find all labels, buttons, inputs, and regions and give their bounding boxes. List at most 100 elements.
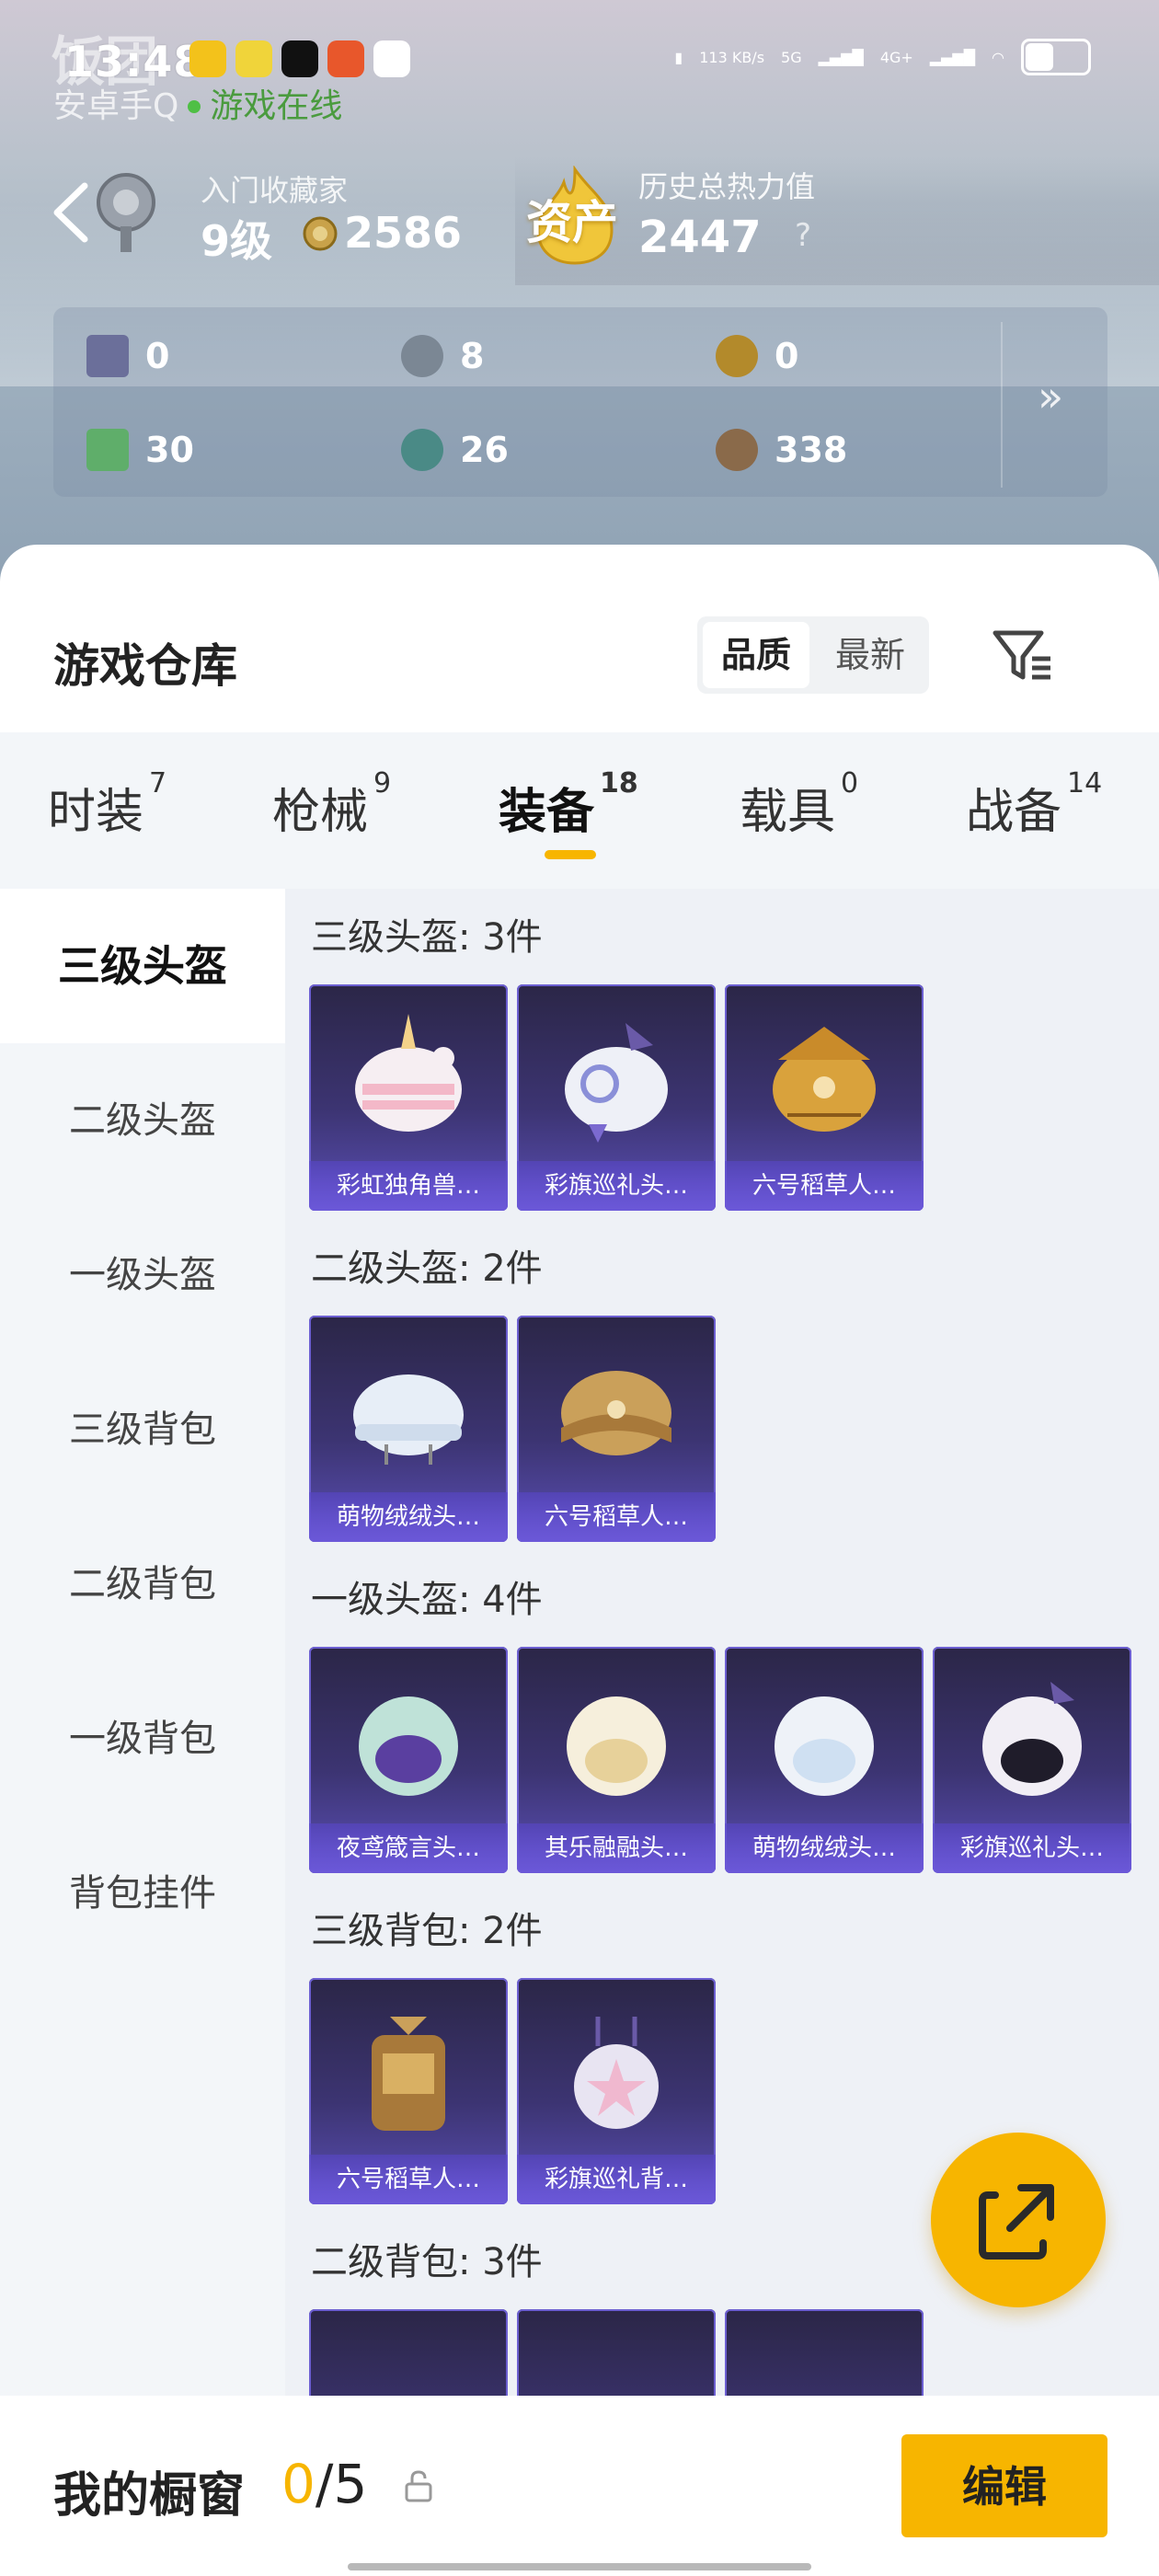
- sidebar-item-level3-backpack[interactable]: 三级背包: [0, 1352, 285, 1507]
- collector-level: 9级: [201, 216, 273, 266]
- filter-icon[interactable]: [990, 624, 1054, 688]
- section-title: 二级头盔: 2件: [311, 1248, 543, 1290]
- item-name: 夜鸢箴言头…: [309, 1823, 508, 1873]
- net-speed: 113 KB/s: [699, 48, 765, 66]
- signal-4g: 4G+: [879, 48, 913, 66]
- notification-icons: [189, 40, 410, 77]
- item-card[interactable]: 彩旗巡礼头…: [517, 984, 716, 1211]
- sort-quality-button[interactable]: 品质: [703, 622, 809, 688]
- divider: [1001, 322, 1003, 488]
- item-name: 萌物绒绒头…: [309, 1492, 508, 1542]
- account-line: 安卓手Q 游戏在线: [53, 79, 342, 127]
- subcategory-sidebar: 三级头盔 二级头盔 一级头盔 三级背包 二级背包 一级背包 背包挂件: [0, 889, 285, 2444]
- section-title: 三级背包: 2件: [311, 1910, 543, 1952]
- item-card[interactable]: 萌物绒绒头…: [725, 1647, 924, 1873]
- item-name: 彩旗巡礼背…: [517, 2155, 716, 2204]
- tab-equipment[interactable]: 装备18: [499, 767, 638, 842]
- help-icon[interactable]: ?: [795, 217, 811, 254]
- tab-fashion[interactable]: 时装7: [48, 767, 166, 842]
- battery-icon: [1021, 39, 1091, 75]
- sidebar-item-level1-backpack[interactable]: 一级背包: [0, 1662, 285, 1816]
- stat-item: 338: [716, 429, 847, 471]
- section-title: 三级头盔: 3件: [311, 916, 543, 959]
- status-bar: 饭团 13:48 ▮ 113 KB/s 5G ▂▄▆█ 4G+ ▂▄▆█ ◠: [52, 30, 1109, 93]
- item-card[interactable]: 彩旗巡礼背…: [517, 1978, 716, 2204]
- item-card[interactable]: 六号稻草人…: [309, 1978, 508, 2204]
- asset-label: 资产: [526, 196, 618, 249]
- sort-toggle: 品质 最新: [697, 616, 929, 694]
- showcase-bar: 我的橱窗 0/5 编辑: [0, 2396, 1159, 2576]
- stat-item: 0: [86, 335, 169, 377]
- stat-item: 8: [401, 335, 484, 377]
- item-card[interactable]: 其乐融融头…: [517, 1647, 716, 1873]
- share-external-icon: [979, 2184, 1054, 2260]
- qq-icon: [373, 40, 410, 77]
- tab-vehicles[interactable]: 载具0: [740, 767, 858, 842]
- wifi-icon: ◠: [992, 48, 1004, 66]
- double-chevron-right-icon[interactable]: »: [1038, 372, 1063, 421]
- stat-value: 338: [775, 430, 848, 470]
- section-title: 一级头盔: 4件: [311, 1579, 543, 1621]
- showcase-count: 0/5: [281, 2453, 368, 2515]
- item-name: 六号稻草人…: [517, 1492, 716, 1542]
- joyful-helmet-icon: [567, 1696, 666, 1796]
- item-name: 彩虹独角兽…: [309, 1161, 508, 1211]
- share-button[interactable]: [931, 2133, 1106, 2307]
- nightkite-helmet-icon: [359, 1696, 458, 1796]
- tab-guns[interactable]: 枪械9: [272, 767, 391, 842]
- teal-orb-icon: [401, 429, 443, 471]
- lock-icon: [405, 2470, 432, 2502]
- sidebar-item-level1-helmet[interactable]: 一级头盔: [0, 1198, 285, 1352]
- active-tab-indicator: [545, 850, 596, 859]
- edit-button[interactable]: 编辑: [901, 2434, 1107, 2537]
- item-name: 彩旗巡礼头…: [517, 1161, 716, 1211]
- sort-newest-button[interactable]: 最新: [817, 622, 924, 688]
- tiktok-icon: [281, 40, 318, 77]
- collector-title: 入门收藏家: [201, 173, 349, 208]
- silver-medal-icon: [401, 335, 443, 377]
- stat-value: 0: [145, 336, 170, 376]
- item-card[interactable]: 六号稻草人…: [725, 984, 924, 1211]
- coin-icon: [303, 216, 338, 251]
- sidebar-item-level2-backpack[interactable]: 二级背包: [0, 1507, 285, 1662]
- signal-5g: 5G: [781, 48, 802, 66]
- stat-item: 26: [401, 429, 509, 471]
- item-card[interactable]: 夜鸢箴言头…: [309, 1647, 508, 1873]
- item-card[interactable]: 彩旗巡礼头…: [933, 1647, 1131, 1873]
- stat-item: 0: [716, 335, 798, 377]
- plush-helmet-icon: [353, 1374, 464, 1465]
- sidebar-item-level2-helmet[interactable]: 二级头盔: [0, 1043, 285, 1198]
- scarecrow-backpack-icon: [372, 2017, 445, 2131]
- warehouse-title: 游戏仓库: [53, 639, 237, 693]
- item-name: 其乐融融头…: [517, 1823, 716, 1873]
- scarecrow-helmet-icon: [773, 1027, 876, 1132]
- category-tabs: 时装7 枪械9 装备18 载具0 战备14: [0, 732, 1159, 889]
- home-indicator[interactable]: [348, 2563, 811, 2570]
- item-card[interactable]: 六号稻草人…: [517, 1316, 716, 1542]
- sidebar-item-backpack-charm[interactable]: 背包挂件: [0, 1816, 285, 1971]
- plush-helmet-icon: [775, 1696, 874, 1796]
- app-notification-icon: [327, 40, 364, 77]
- rank-emblem-icon: [97, 173, 155, 252]
- item-name: 萌物绒绒头…: [725, 1823, 924, 1873]
- app-notification-icon: [235, 40, 272, 77]
- showcase-label: 我的橱窗: [53, 2468, 246, 2524]
- item-card[interactable]: 彩虹独角兽…: [309, 984, 508, 1211]
- coin-value: 2586: [344, 208, 463, 258]
- item-name: 彩旗巡礼头…: [933, 1823, 1131, 1873]
- sidebar-item-level3-helmet[interactable]: 三级头盔: [0, 889, 285, 1043]
- item-card[interactable]: 萌物绒绒头…: [309, 1316, 508, 1542]
- flag-backpack-icon: [574, 2017, 659, 2129]
- stat-value: 30: [145, 430, 194, 470]
- heat-value: 2447: [638, 212, 762, 263]
- app-notification-icon: [189, 40, 226, 77]
- profile-header: 饭团 13:48 ▮ 113 KB/s 5G ▂▄▆█ 4G+ ▂▄▆█ ◠ 安…: [0, 0, 1159, 589]
- vibrate-icon: ▮: [674, 48, 683, 66]
- stats-panel[interactable]: 0 8 0 30 26 338 »: [53, 307, 1107, 497]
- section-title: 二级背包: 3件: [311, 2241, 543, 2283]
- scarecrow-helmet-icon: [561, 1371, 671, 1455]
- flag-helmet-icon: [982, 1682, 1082, 1796]
- flag-helmet-icon: [565, 1023, 668, 1143]
- signal-bars-icon: ▂▄▆█: [929, 48, 976, 66]
- tab-supplies[interactable]: 战备14: [966, 767, 1102, 842]
